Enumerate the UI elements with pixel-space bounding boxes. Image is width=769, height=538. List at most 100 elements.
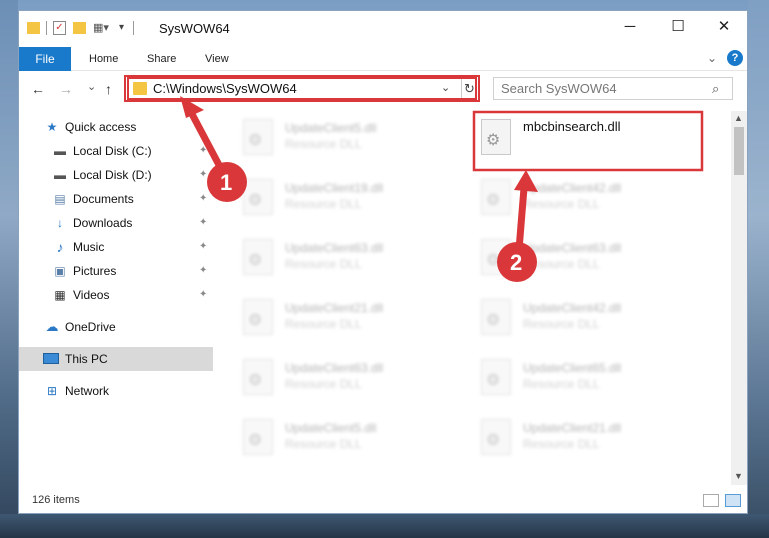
sidebar-item-label: Documents [73, 192, 134, 206]
folder-icon [27, 22, 40, 34]
forward-button[interactable]: → [59, 81, 73, 97]
file-name: UpdateClient5.dll [285, 121, 377, 135]
tab-view[interactable]: View [205, 53, 229, 65]
separator [46, 21, 47, 35]
navigation-bar: ← → ⌄ ↑ C:\Windows\SysWOW64 ⌄ ↻ Search S… [19, 71, 747, 107]
sidebar-item-downloads[interactable]: ↓ Downloads ✦ [19, 211, 213, 235]
file-item[interactable]: ⚙ UpdateClient63.dll Resource DLL [237, 235, 467, 283]
file-item[interactable]: ⚙ UpdateClient63.dll Resource DLL [475, 235, 705, 283]
pin-icon: ✦ [199, 145, 208, 156]
sidebar-item-onedrive[interactable]: ☁ OneDrive [19, 315, 213, 339]
file-item[interactable]: ⚙ UpdateClient65.dll Resource DLL [475, 355, 705, 403]
file-name: UpdateClient63.dll [523, 241, 622, 255]
customize-icon[interactable]: ▦▾ [93, 21, 111, 35]
file-tab[interactable]: File [19, 47, 71, 71]
gear-icon: ⚙ [248, 312, 263, 329]
sidebar-item-videos[interactable]: ▦ Videos ✦ [19, 283, 213, 307]
search-box[interactable]: Search SysWOW64 ⌕ [493, 77, 733, 100]
music-icon: ♪ [56, 239, 64, 255]
dll-file-icon: ⚙ [243, 299, 273, 335]
file-explorer-window: ✓ ▦▾ ▾ SysWOW64 ─ ☐ ✕ File Home Share Vi… [18, 10, 748, 514]
dll-file-icon: ⚙ [481, 239, 511, 275]
tab-home[interactable]: Home [89, 53, 118, 65]
sidebar-item-local-disk-d[interactable]: ▬ Local Disk (D:) ✦ [19, 163, 213, 187]
dll-file-icon: ⚙ [243, 179, 273, 215]
pictures-icon: ▣ [54, 264, 66, 278]
window-title: SysWOW64 [159, 21, 230, 36]
ribbon: File Home Share View ⌄ ? [19, 45, 747, 71]
file-item[interactable]: ⚙ UpdateClient21.dll Resource DLL [475, 415, 705, 463]
search-input[interactable]: Search SysWOW64 [501, 81, 617, 96]
gear-icon: ⚙ [486, 432, 501, 449]
vertical-scrollbar[interactable]: ▲ ▼ [731, 111, 747, 485]
address-bar[interactable]: C:\Windows\SysWOW64 ⌄ ↻ [127, 77, 477, 100]
file-name: UpdateClient42.dll [523, 301, 622, 315]
maximize-button[interactable]: ☐ [667, 17, 689, 39]
file-item[interactable]: ⚙ UpdateClient63.dll Resource DLL [237, 355, 467, 403]
dll-file-icon: ⚙ [481, 419, 511, 455]
refresh-button[interactable]: ↻ [461, 79, 477, 98]
pin-icon: ✦ [199, 265, 208, 276]
file-type: Resource DLL [285, 437, 362, 451]
dll-file-icon: ⚙ [481, 359, 511, 395]
file-name: UpdateClient19.dll [285, 181, 384, 195]
help-button[interactable]: ? [727, 50, 743, 66]
dll-file-icon: ⚙ [481, 299, 511, 335]
navigation-pane: ★ Quick access ▬ Local Disk (C:) ✦ ▬ Loc… [19, 111, 213, 481]
new-folder-icon[interactable] [73, 22, 86, 34]
file-item[interactable]: ⚙ UpdateClient42.dll Resource DLL [475, 295, 705, 343]
dll-file-icon: ⚙ [481, 179, 511, 215]
up-button[interactable]: ↑ [105, 81, 112, 97]
address-path[interactable]: C:\Windows\SysWOW64 [153, 81, 297, 96]
scroll-up-icon[interactable]: ▲ [734, 113, 743, 123]
pin-icon: ✦ [199, 289, 208, 300]
sidebar-item-music[interactable]: ♪ Music ✦ [19, 235, 213, 259]
scroll-down-icon[interactable]: ▼ [734, 471, 743, 481]
search-icon: ⌕ [712, 81, 720, 96]
sidebar-item-label: Local Disk (C:) [73, 144, 152, 158]
cloud-icon: ☁ [45, 319, 59, 334]
file-item[interactable]: ⚙ UpdateClient5.dll Resource DLL [237, 415, 467, 463]
dll-file-icon: ⚙ [243, 119, 273, 155]
pin-icon: ✦ [199, 241, 208, 252]
properties-icon[interactable]: ✓ [53, 21, 66, 35]
file-name: UpdateClient65.dll [523, 361, 622, 375]
file-item[interactable]: ⚙ UpdateClient19.dll Resource DLL [237, 175, 467, 223]
file-type: Resource DLL [523, 257, 600, 271]
ribbon-expand-icon[interactable]: ⌄ [707, 51, 717, 65]
file-name: UpdateClient21.dll [285, 301, 384, 315]
gear-icon: ⚙ [486, 372, 501, 389]
sidebar-item-label: OneDrive [65, 320, 116, 334]
item-count: 126 items [32, 494, 80, 506]
file-item-mbcbinsearch[interactable]: ⚙ mbcbinsearch.dll [475, 115, 705, 163]
folder-icon [133, 82, 147, 95]
sidebar-item-this-pc[interactable]: This PC [19, 347, 213, 371]
sidebar-item-documents[interactable]: ▤ Documents ✦ [19, 187, 213, 211]
back-button[interactable]: ← [31, 81, 45, 97]
file-item[interactable]: ⚙ UpdateClient42.dll Resource DLL [475, 175, 705, 223]
dll-file-icon: ⚙ [481, 119, 511, 155]
qa-dropdown-icon[interactable]: ▾ [119, 22, 124, 33]
file-type: Resource DLL [523, 197, 600, 211]
minimize-button[interactable]: ─ [619, 17, 641, 39]
desktop-background-left [0, 0, 18, 538]
scroll-thumb[interactable] [734, 127, 744, 175]
file-item[interactable]: ⚙ UpdateClient5.dll Resource DLL [237, 115, 467, 163]
sidebar-item-local-disk-c[interactable]: ▬ Local Disk (C:) ✦ [19, 139, 213, 163]
gear-icon: ⚙ [248, 372, 263, 389]
sidebar-item-pictures[interactable]: ▣ Pictures ✦ [19, 259, 213, 283]
large-icons-view-icon[interactable] [725, 494, 741, 507]
details-view-icon[interactable] [703, 494, 719, 507]
tab-share[interactable]: Share [147, 53, 176, 65]
close-button[interactable]: ✕ [713, 17, 735, 39]
file-item[interactable]: ⚙ UpdateClient21.dll Resource DLL [237, 295, 467, 343]
file-type: Resource DLL [285, 317, 362, 331]
chevron-down-icon[interactable]: ⌄ [441, 81, 450, 94]
sidebar-item-network[interactable]: ⊞ Network [19, 379, 213, 403]
recent-locations-button[interactable]: ⌄ [87, 80, 96, 93]
download-icon: ↓ [57, 216, 63, 230]
gear-icon: ⚙ [486, 132, 501, 149]
sidebar-item-quick-access[interactable]: ★ Quick access [19, 115, 213, 139]
desktop-background-right [748, 0, 769, 538]
file-list: ⚙ UpdateClient5.dll Resource DLL ⚙ Updat… [217, 111, 729, 487]
